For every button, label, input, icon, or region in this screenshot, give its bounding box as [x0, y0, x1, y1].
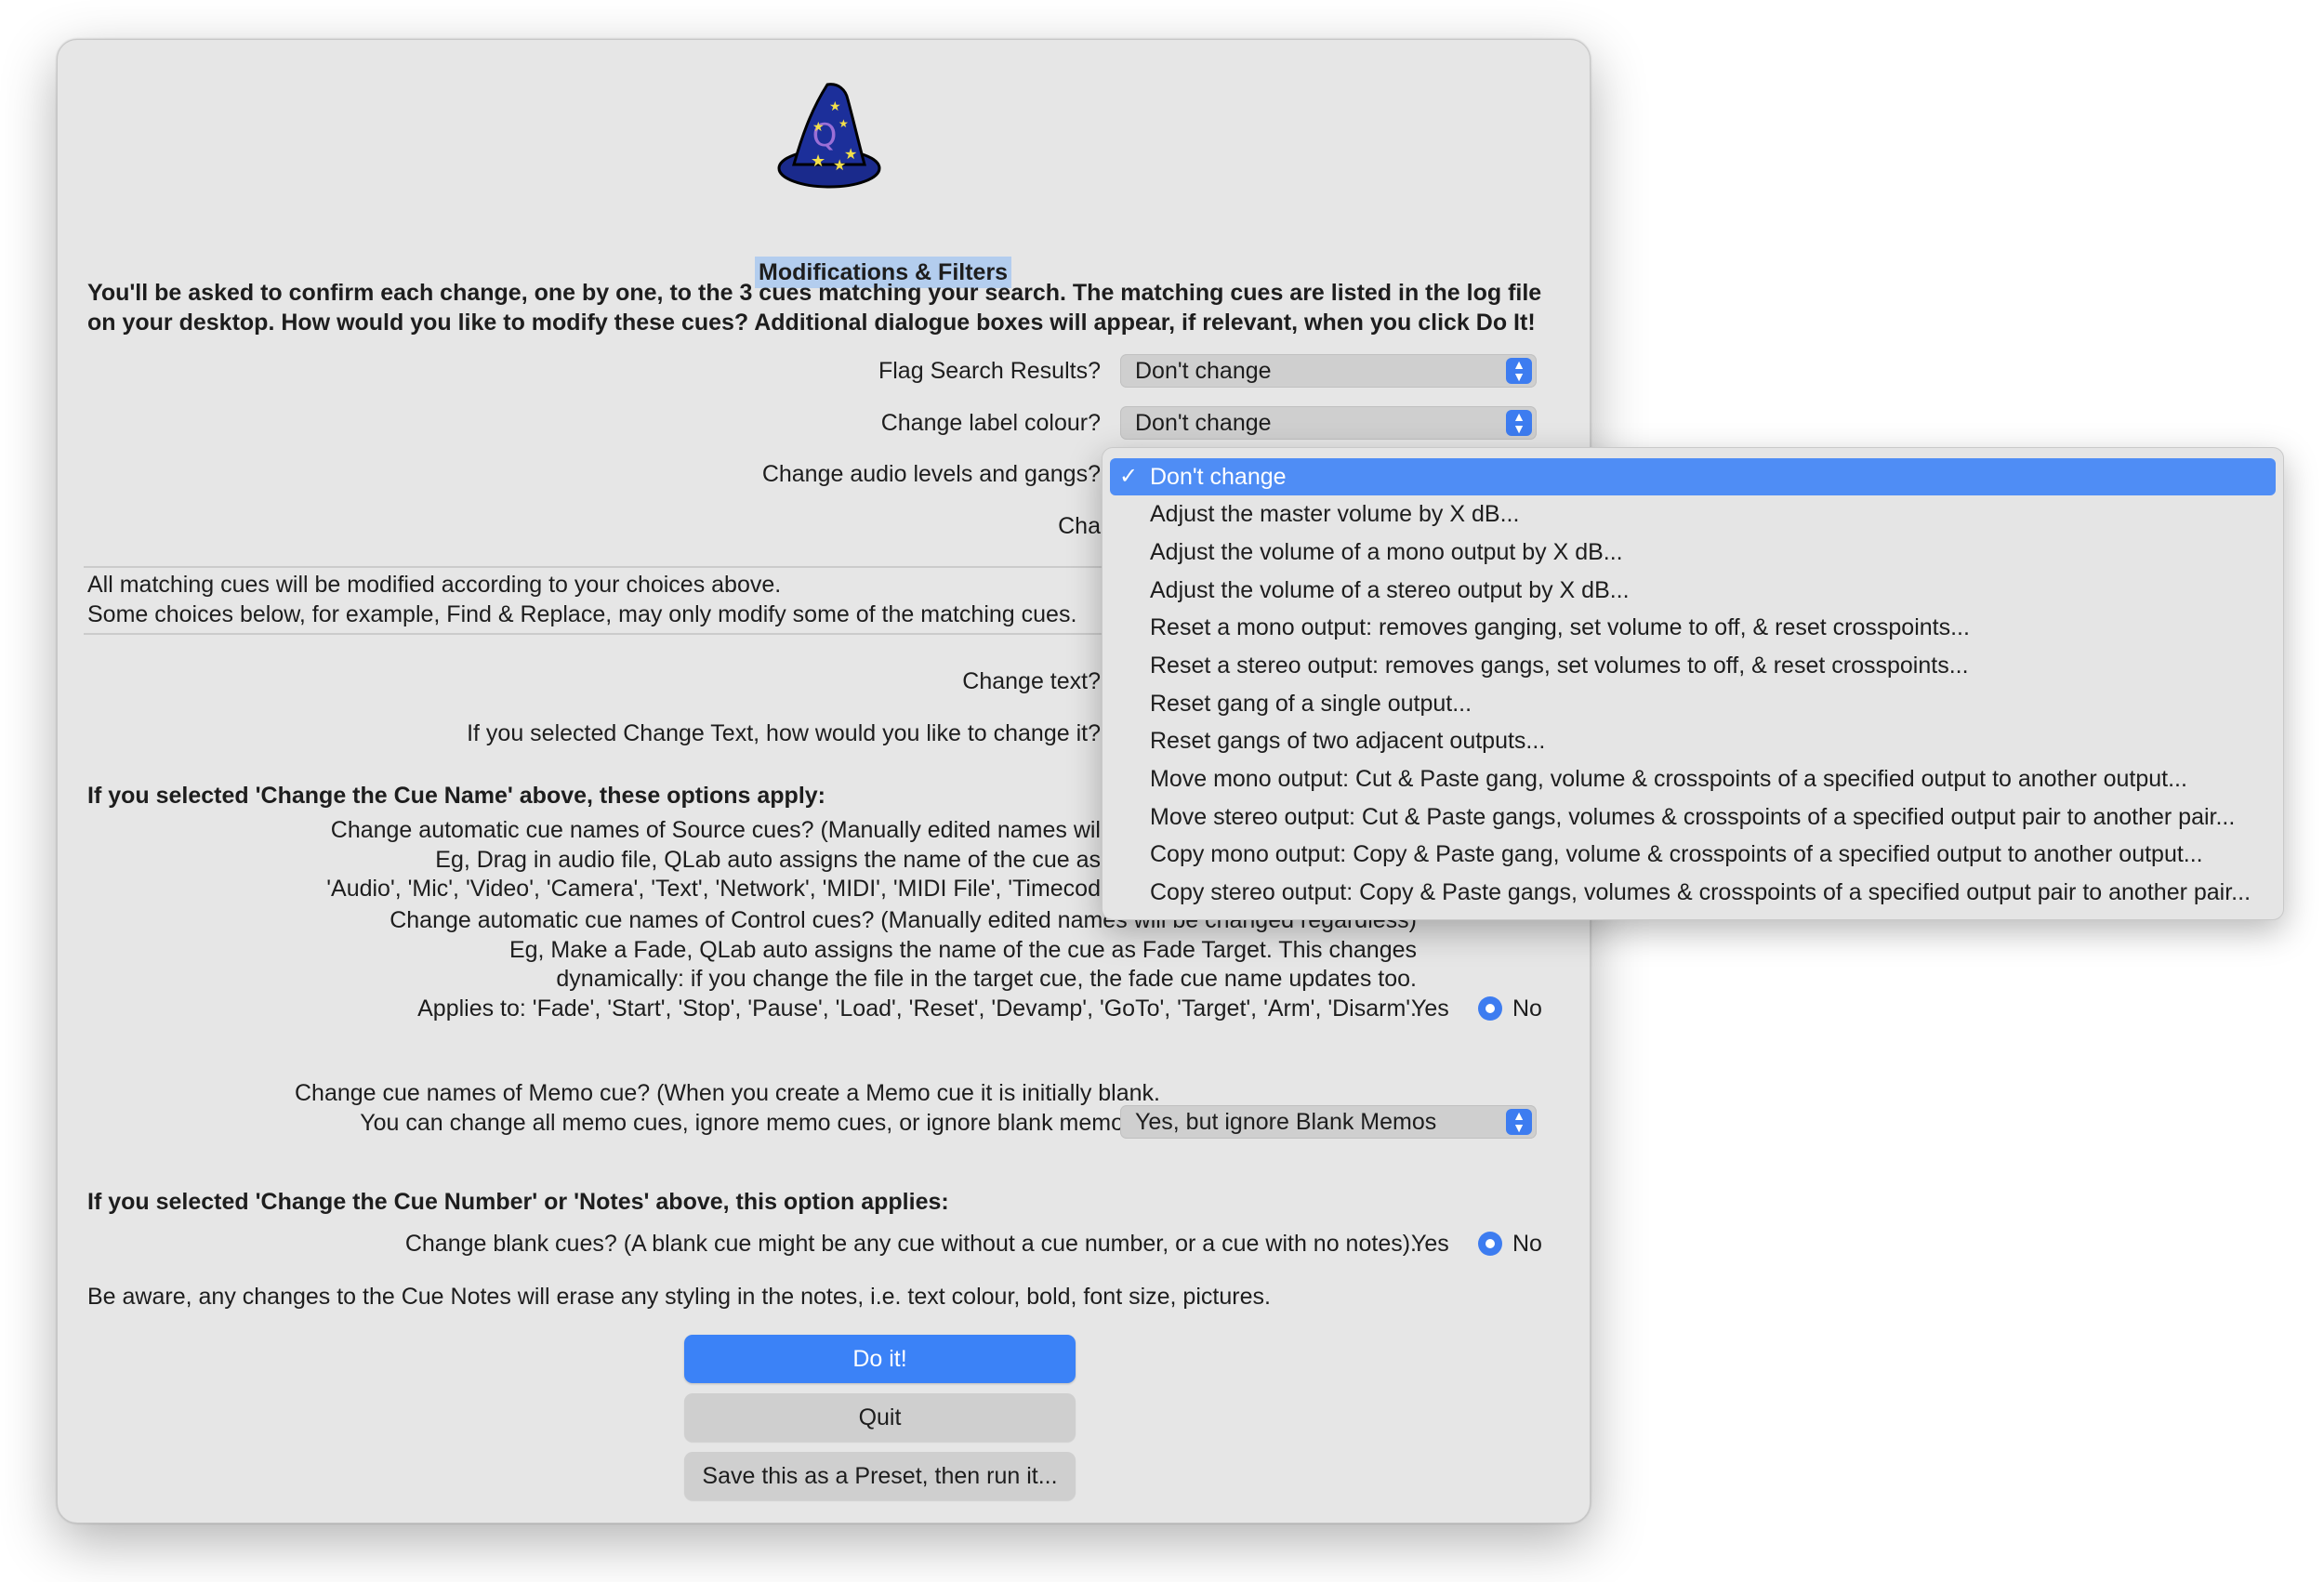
source-cue-line2: Eg, Drag in audio file, QLab auto assign… [435, 847, 1101, 873]
svg-text:★: ★ [829, 99, 841, 113]
control-cue-line4: Applies to: 'Fade', 'Start', 'Stop', 'Pa… [417, 995, 1417, 1022]
control-no-radio[interactable] [1478, 996, 1502, 1021]
up-down-chevron-icon: ▲ ▼ [1506, 358, 1532, 384]
audio-levels-label: Change audio levels and gangs? [761, 461, 1101, 487]
control-cue-line3: dynamically: if you change the file in t… [556, 966, 1417, 992]
audio-levels-menu: ✓ Don't change Adjust the master volume … [1102, 447, 2284, 920]
blank-no-label: No [1512, 1231, 1542, 1257]
quit-button[interactable]: Quit [684, 1393, 1076, 1442]
label-colour-popup[interactable]: Don't change ▲ ▼ [1120, 406, 1537, 440]
label-colour-value: Don't change [1135, 410, 1272, 436]
up-down-chevron-icon: ▲ ▼ [1506, 1109, 1532, 1135]
change-text-how-label: If you selected Change Text, how would y… [467, 720, 1101, 746]
svg-text:★: ★ [844, 147, 857, 163]
menu-item-dont-change[interactable]: ✓ Don't change [1110, 458, 2276, 495]
memo-line1: Change cue names of Memo cue? (When you … [294, 1080, 1160, 1106]
menu-item-move-stereo[interactable]: Move stereo output: Cut & Paste gangs, v… [1110, 798, 2276, 836]
do-it-button[interactable]: Do it! [684, 1335, 1076, 1383]
separator [84, 633, 1106, 635]
svg-text:★: ★ [812, 119, 825, 134]
menu-item-reset-stereo[interactable]: Reset a stereo output: removes gangs, se… [1110, 647, 2276, 684]
flag-search-popup[interactable]: Don't change ▲ ▼ [1120, 354, 1537, 388]
label-colour-label: Change label colour? [880, 410, 1101, 436]
checkmark-icon: ✓ [1119, 464, 1139, 489]
menu-item-reset-gangs-adjacent[interactable]: Reset gangs of two adjacent outputs... [1110, 722, 2276, 759]
control-yes-option[interactable]: Yes [1411, 994, 1449, 1023]
source-cue-line3: 'Audio', 'Mic', 'Video', 'Camera', 'Text… [326, 876, 1101, 902]
change-text-label: Change text? [962, 668, 1101, 694]
blank-cues-label: Change blank cues? (A blank cue might be… [404, 1231, 1417, 1257]
intro-text-line2: on your desktop. How would you like to m… [87, 310, 1536, 336]
flag-search-value: Don't change [1135, 358, 1272, 384]
flag-search-label: Flag Search Results? [878, 358, 1101, 384]
separator [84, 566, 1106, 568]
up-down-chevron-icon: ▲ ▼ [1506, 410, 1532, 436]
menu-item-copy-stereo[interactable]: Copy stereo output: Copy & Paste gangs, … [1110, 874, 2276, 911]
svg-text:★: ★ [838, 117, 849, 130]
wizard-hat-icon: Q ★ ★ ★ ★ ★ ★ [777, 83, 881, 189]
control-no-label: No [1512, 995, 1542, 1022]
memo-popup[interactable]: Yes, but ignore Blank Memos ▲ ▼ [1120, 1105, 1537, 1139]
blank-yes-option[interactable]: Yes [1411, 1229, 1449, 1259]
warning-text: Be aware, any changes to the Cue Notes w… [87, 1284, 1271, 1310]
menu-item-master-volume[interactable]: Adjust the master volume by X dB... [1110, 495, 2276, 533]
menu-item-stereo-volume[interactable]: Adjust the volume of a stereo output by … [1110, 572, 2276, 609]
memo-line2: You can change all memo cues, ignore mem… [360, 1110, 1194, 1136]
menu-item-reset-mono[interactable]: Reset a mono output: removes ganging, se… [1110, 609, 2276, 646]
source-cue-line1: Change automatic cue names of Source cue… [330, 817, 1101, 843]
note-line1: All matching cues will be modified accor… [87, 572, 782, 598]
memo-value: Yes, but ignore Blank Memos [1135, 1109, 1437, 1135]
menu-item-reset-gang-single[interactable]: Reset gang of a single output... [1110, 685, 2276, 722]
note-line2: Some choices below, for example, Find & … [87, 601, 1077, 627]
save-preset-button[interactable]: Save this as a Preset, then run it... [684, 1452, 1076, 1500]
menu-item-mono-volume[interactable]: Adjust the volume of a mono output by X … [1110, 534, 2276, 571]
control-cue-line2: Eg, Make a Fade, QLab auto assigns the n… [508, 937, 1417, 963]
cue-name-heading: If you selected 'Change the Cue Name' ab… [87, 783, 826, 809]
intro-text-line1: You'll be asked to confirm each change, … [87, 280, 1542, 306]
menu-item-move-mono[interactable]: Move mono output: Cut & Paste gang, volu… [1110, 760, 2276, 798]
blank-no-radio[interactable] [1478, 1232, 1502, 1256]
menu-item-copy-mono[interactable]: Copy mono output: Copy & Paste gang, vol… [1110, 836, 2276, 873]
svg-text:★: ★ [811, 152, 825, 170]
cue-number-heading: If you selected 'Change the Cue Number' … [87, 1189, 949, 1215]
partial-label: Cha [1058, 513, 1101, 539]
